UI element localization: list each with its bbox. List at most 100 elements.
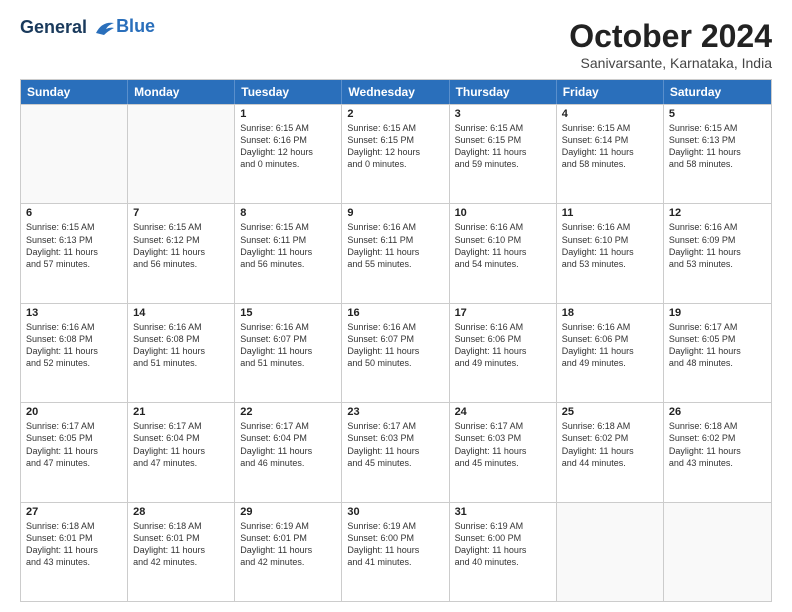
header-day-friday: Friday	[557, 80, 664, 104]
day-info-line: Sunrise: 6:15 AM	[240, 122, 336, 134]
day-info-line: Daylight: 11 hours	[562, 246, 658, 258]
day-info-line: Daylight: 11 hours	[26, 246, 122, 258]
day-info-line: Sunset: 6:15 PM	[455, 134, 551, 146]
day-info-line: Sunrise: 6:15 AM	[240, 221, 336, 233]
calendar-empty-cell	[128, 105, 235, 203]
day-info-line: and 41 minutes.	[347, 556, 443, 568]
day-info-line: Sunrise: 6:15 AM	[455, 122, 551, 134]
day-info-line: Daylight: 11 hours	[347, 246, 443, 258]
day-info-line: and 58 minutes.	[562, 158, 658, 170]
calendar-day-30: 30Sunrise: 6:19 AMSunset: 6:00 PMDayligh…	[342, 503, 449, 601]
day-info-line: Daylight: 11 hours	[562, 345, 658, 357]
day-info-line: and 49 minutes.	[455, 357, 551, 369]
calendar-day-13: 13Sunrise: 6:16 AMSunset: 6:08 PMDayligh…	[21, 304, 128, 402]
day-info-line: Daylight: 11 hours	[347, 345, 443, 357]
day-info-line: Sunset: 6:03 PM	[455, 432, 551, 444]
day-info-line: Daylight: 11 hours	[562, 146, 658, 158]
day-info-line: Sunset: 6:04 PM	[240, 432, 336, 444]
day-info-line: Sunset: 6:01 PM	[240, 532, 336, 544]
day-number: 3	[455, 108, 551, 120]
day-info-line: Sunrise: 6:16 AM	[26, 321, 122, 333]
day-info-line: Sunset: 6:07 PM	[240, 333, 336, 345]
day-info-line: and 57 minutes.	[26, 258, 122, 270]
day-number: 23	[347, 406, 443, 418]
day-info-line: Sunset: 6:00 PM	[455, 532, 551, 544]
calendar-day-15: 15Sunrise: 6:16 AMSunset: 6:07 PMDayligh…	[235, 304, 342, 402]
day-info-line: Sunset: 6:06 PM	[562, 333, 658, 345]
header: General Blue October 2024 Sanivarsante, …	[20, 18, 772, 71]
day-info-line: and 55 minutes.	[347, 258, 443, 270]
day-info-line: Sunrise: 6:15 AM	[347, 122, 443, 134]
day-number: 10	[455, 207, 551, 219]
calendar-day-9: 9Sunrise: 6:16 AMSunset: 6:11 PMDaylight…	[342, 204, 449, 302]
day-info-line: and 45 minutes.	[455, 457, 551, 469]
day-info-line: and 51 minutes.	[240, 357, 336, 369]
logo-general: General	[20, 17, 87, 37]
day-info-line: Sunset: 6:00 PM	[347, 532, 443, 544]
header-day-saturday: Saturday	[664, 80, 771, 104]
calendar-day-29: 29Sunrise: 6:19 AMSunset: 6:01 PMDayligh…	[235, 503, 342, 601]
day-info-line: Sunrise: 6:17 AM	[347, 420, 443, 432]
logo-bird-icon	[94, 19, 116, 37]
calendar-day-11: 11Sunrise: 6:16 AMSunset: 6:10 PMDayligh…	[557, 204, 664, 302]
day-info-line: Sunset: 6:14 PM	[562, 134, 658, 146]
day-info-line: Sunrise: 6:18 AM	[669, 420, 766, 432]
day-info-line: Sunset: 6:05 PM	[669, 333, 766, 345]
header-day-monday: Monday	[128, 80, 235, 104]
calendar-day-23: 23Sunrise: 6:17 AMSunset: 6:03 PMDayligh…	[342, 403, 449, 501]
day-info-line: Sunrise: 6:16 AM	[562, 321, 658, 333]
calendar-day-14: 14Sunrise: 6:16 AMSunset: 6:08 PMDayligh…	[128, 304, 235, 402]
day-info-line: Sunrise: 6:16 AM	[347, 221, 443, 233]
day-info-line: Sunrise: 6:19 AM	[347, 520, 443, 532]
day-info-line: Sunrise: 6:18 AM	[26, 520, 122, 532]
day-info-line: Sunrise: 6:19 AM	[455, 520, 551, 532]
day-info-line: and 44 minutes.	[562, 457, 658, 469]
day-number: 21	[133, 406, 229, 418]
day-info-line: and 42 minutes.	[133, 556, 229, 568]
title-block: October 2024 Sanivarsante, Karnataka, In…	[569, 18, 772, 71]
calendar: SundayMondayTuesdayWednesdayThursdayFrid…	[20, 79, 772, 602]
day-info-line: Sunset: 6:08 PM	[26, 333, 122, 345]
logo: General Blue	[20, 18, 155, 38]
day-info-line: Sunset: 6:09 PM	[669, 234, 766, 246]
day-info-line: Daylight: 11 hours	[455, 246, 551, 258]
main-title: October 2024	[569, 18, 772, 55]
day-info-line: Sunset: 6:08 PM	[133, 333, 229, 345]
day-info-line: Sunrise: 6:15 AM	[133, 221, 229, 233]
day-info-line: and 42 minutes.	[240, 556, 336, 568]
day-info-line: and 53 minutes.	[669, 258, 766, 270]
day-info-line: and 45 minutes.	[347, 457, 443, 469]
calendar-week-1: 1Sunrise: 6:15 AMSunset: 6:16 PMDaylight…	[21, 104, 771, 203]
page: General Blue October 2024 Sanivarsante, …	[0, 0, 792, 612]
day-info-line: and 46 minutes.	[240, 457, 336, 469]
day-info-line: and 0 minutes.	[347, 158, 443, 170]
calendar-week-5: 27Sunrise: 6:18 AMSunset: 6:01 PMDayligh…	[21, 502, 771, 601]
calendar-day-3: 3Sunrise: 6:15 AMSunset: 6:15 PMDaylight…	[450, 105, 557, 203]
day-info-line: Sunset: 6:15 PM	[347, 134, 443, 146]
day-info-line: and 56 minutes.	[133, 258, 229, 270]
day-info-line: Daylight: 11 hours	[669, 246, 766, 258]
day-info-line: and 0 minutes.	[240, 158, 336, 170]
day-number: 17	[455, 307, 551, 319]
day-info-line: and 52 minutes.	[26, 357, 122, 369]
day-info-line: Daylight: 11 hours	[240, 544, 336, 556]
calendar-day-16: 16Sunrise: 6:16 AMSunset: 6:07 PMDayligh…	[342, 304, 449, 402]
calendar-day-8: 8Sunrise: 6:15 AMSunset: 6:11 PMDaylight…	[235, 204, 342, 302]
day-info-line: Sunset: 6:01 PM	[26, 532, 122, 544]
day-info-line: Sunrise: 6:16 AM	[133, 321, 229, 333]
day-number: 8	[240, 207, 336, 219]
day-info-line: and 49 minutes.	[562, 357, 658, 369]
calendar-day-19: 19Sunrise: 6:17 AMSunset: 6:05 PMDayligh…	[664, 304, 771, 402]
day-info-line: Sunrise: 6:16 AM	[240, 321, 336, 333]
calendar-day-25: 25Sunrise: 6:18 AMSunset: 6:02 PMDayligh…	[557, 403, 664, 501]
day-number: 28	[133, 506, 229, 518]
day-info-line: Sunrise: 6:18 AM	[133, 520, 229, 532]
day-info-line: Daylight: 12 hours	[240, 146, 336, 158]
day-info-line: Daylight: 11 hours	[347, 544, 443, 556]
calendar-day-21: 21Sunrise: 6:17 AMSunset: 6:04 PMDayligh…	[128, 403, 235, 501]
day-info-line: Sunrise: 6:16 AM	[669, 221, 766, 233]
day-number: 22	[240, 406, 336, 418]
day-number: 27	[26, 506, 122, 518]
day-info-line: Daylight: 11 hours	[240, 445, 336, 457]
day-info-line: Daylight: 12 hours	[347, 146, 443, 158]
